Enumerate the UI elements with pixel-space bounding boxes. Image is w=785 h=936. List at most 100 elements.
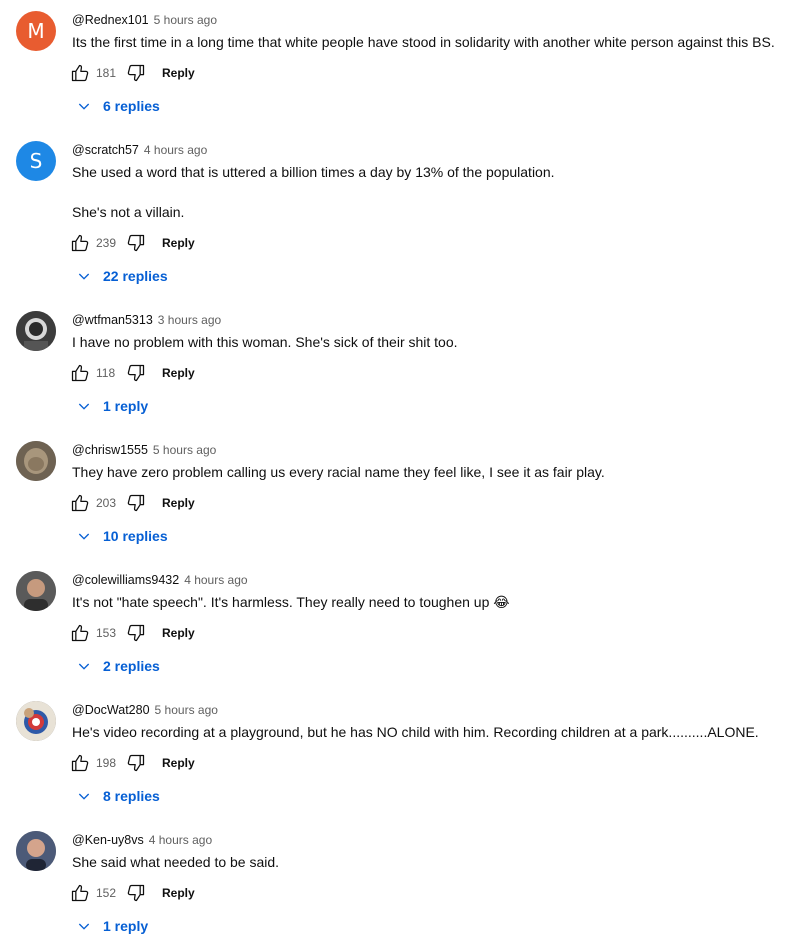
comment-header: @chrisw1555 5 hours ago xyxy=(72,441,216,459)
user-photo-icon xyxy=(16,701,56,741)
dislike-button[interactable] xyxy=(126,233,146,253)
author-name[interactable]: @scratch57 xyxy=(72,143,139,157)
like-count: 153 xyxy=(96,626,117,640)
thumbs-down-icon xyxy=(127,494,145,512)
like-count: 239 xyxy=(96,236,117,250)
chevron-down-icon xyxy=(78,103,90,110)
author-name[interactable]: @Ken-uy8vs xyxy=(72,833,144,847)
comment-line: She used a word that is uttered a billio… xyxy=(72,164,555,180)
comment-actions: 181 Reply xyxy=(70,62,195,84)
avatar[interactable] xyxy=(16,701,56,741)
like-button[interactable] xyxy=(70,753,90,773)
comment-actions: 239 Reply xyxy=(70,232,195,254)
comment-actions: 198 Reply xyxy=(70,752,195,774)
thumbs-up-icon xyxy=(71,754,89,772)
reply-button[interactable]: Reply xyxy=(162,756,195,770)
avatar[interactable] xyxy=(16,571,56,611)
dislike-button[interactable] xyxy=(126,623,146,643)
view-replies-button[interactable]: 10 replies xyxy=(76,526,168,546)
like-count: 118 xyxy=(96,366,116,380)
replies-count: 8 replies xyxy=(103,788,160,804)
dislike-button[interactable] xyxy=(126,753,146,773)
reply-button[interactable]: Reply xyxy=(162,66,195,80)
like-button[interactable] xyxy=(70,363,90,383)
comment-line: He's video recording at a playground, bu… xyxy=(72,724,759,740)
like-button[interactable] xyxy=(70,883,90,903)
comment-line: Its the first time in a long time that w… xyxy=(72,34,775,50)
comment-line: She said what needed to be said. xyxy=(72,854,280,870)
author-name[interactable]: @chrisw1555 xyxy=(72,443,148,457)
author-name[interactable]: @Rednex101 xyxy=(72,13,149,27)
avatar[interactable] xyxy=(16,441,56,481)
reply-button[interactable]: Reply xyxy=(162,366,195,380)
comment-line: She's not a villain. xyxy=(72,204,185,220)
thumbs-down-icon xyxy=(127,64,145,82)
user-photo-icon xyxy=(16,311,56,351)
timestamp[interactable]: 5 hours ago xyxy=(154,13,217,27)
dislike-button[interactable] xyxy=(126,363,146,383)
comment-text: She said what needed to be said. xyxy=(72,852,279,872)
avatar[interactable]: S xyxy=(16,141,56,181)
thumbs-down-icon xyxy=(127,364,145,382)
dislike-button[interactable] xyxy=(126,493,146,513)
user-photo-icon xyxy=(16,831,56,871)
author-name[interactable]: @DocWat280 xyxy=(72,703,150,717)
timestamp[interactable]: 5 hours ago xyxy=(155,703,218,717)
thumbs-down-icon xyxy=(127,884,145,902)
like-button[interactable] xyxy=(70,623,90,643)
comment-actions: 118 Reply xyxy=(70,362,195,384)
reply-button[interactable]: Reply xyxy=(162,496,195,510)
comment-text: Its the first time in a long time that w… xyxy=(72,32,775,52)
chevron-down-icon xyxy=(78,403,90,410)
chevron-down-icon xyxy=(78,663,90,670)
comment-text: He's video recording at a playground, bu… xyxy=(72,722,759,742)
thumbs-up-icon xyxy=(71,624,89,642)
thumbs-up-icon xyxy=(71,234,89,252)
author-name[interactable]: @colewilliams9432 xyxy=(72,573,179,587)
view-replies-button[interactable]: 8 replies xyxy=(76,786,160,806)
timestamp[interactable]: 4 hours ago xyxy=(184,573,247,587)
comment-header: @DocWat280 5 hours ago xyxy=(72,701,218,719)
like-count: 181 xyxy=(96,66,117,80)
author-name[interactable]: @wtfman5313 xyxy=(72,313,153,327)
thumbs-up-icon xyxy=(71,494,89,512)
like-button[interactable] xyxy=(70,233,90,253)
avatar[interactable]: M xyxy=(16,11,56,51)
view-replies-button[interactable]: 22 replies xyxy=(76,266,168,286)
reply-button[interactable]: Reply xyxy=(162,236,195,250)
reply-button[interactable]: Reply xyxy=(162,626,195,640)
replies-count: 1 reply xyxy=(103,398,149,414)
avatar[interactable] xyxy=(16,311,56,351)
comment-header: @colewilliams9432 4 hours ago xyxy=(72,571,248,589)
like-button[interactable] xyxy=(70,63,90,83)
view-replies-button[interactable]: 1 reply xyxy=(76,396,148,416)
chevron-down-icon xyxy=(78,923,90,930)
comment-text: I have no problem with this woman. She's… xyxy=(72,332,458,352)
thumbs-down-icon xyxy=(127,754,145,772)
replies-count: 1 reply xyxy=(103,918,149,934)
timestamp[interactable]: 4 hours ago xyxy=(144,143,207,157)
reply-button[interactable]: Reply xyxy=(162,886,195,900)
timestamp[interactable]: 5 hours ago xyxy=(153,443,216,457)
comment-header: @Rednex101 5 hours ago xyxy=(72,11,217,29)
view-replies-button[interactable]: 2 replies xyxy=(76,656,160,676)
comment-text: She used a word that is uttered a billio… xyxy=(72,162,555,222)
chevron-down-icon xyxy=(78,793,90,800)
avatar[interactable] xyxy=(16,831,56,871)
like-count: 203 xyxy=(96,496,117,510)
dislike-button[interactable] xyxy=(126,63,146,83)
like-count: 152 xyxy=(96,886,117,900)
comment-actions: 153 Reply xyxy=(70,622,195,644)
comment-actions: 203 Reply xyxy=(70,492,195,514)
comment-line: I have no problem with this woman. She's… xyxy=(72,334,458,350)
timestamp[interactable]: 4 hours ago xyxy=(149,833,212,847)
thumbs-up-icon xyxy=(71,364,89,382)
chevron-down-icon xyxy=(78,533,90,540)
thumbs-up-icon xyxy=(71,884,89,902)
view-replies-button[interactable]: 1 reply xyxy=(76,916,148,936)
timestamp[interactable]: 3 hours ago xyxy=(158,313,221,327)
like-button[interactable] xyxy=(70,493,90,513)
thumbs-down-icon xyxy=(127,624,145,642)
view-replies-button[interactable]: 6 replies xyxy=(76,96,160,116)
dislike-button[interactable] xyxy=(126,883,146,903)
